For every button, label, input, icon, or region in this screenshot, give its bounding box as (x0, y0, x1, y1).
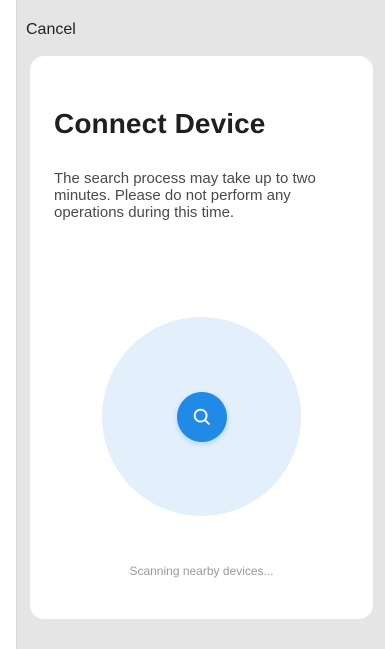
scan-status-text: Scanning nearby devices... (129, 564, 274, 578)
page-title: Connect Device (54, 108, 266, 139)
cancel-button[interactable]: Cancel (26, 21, 76, 39)
search-description: The search process may take up to two mi… (54, 170, 316, 221)
scan-radar (102, 317, 301, 516)
connect-device-screen: Cancel Connect Device The search process… (16, 0, 385, 649)
search-button[interactable] (177, 392, 227, 442)
connect-device-card: Connect Device The search process may ta… (30, 56, 373, 619)
search-icon (193, 408, 210, 425)
